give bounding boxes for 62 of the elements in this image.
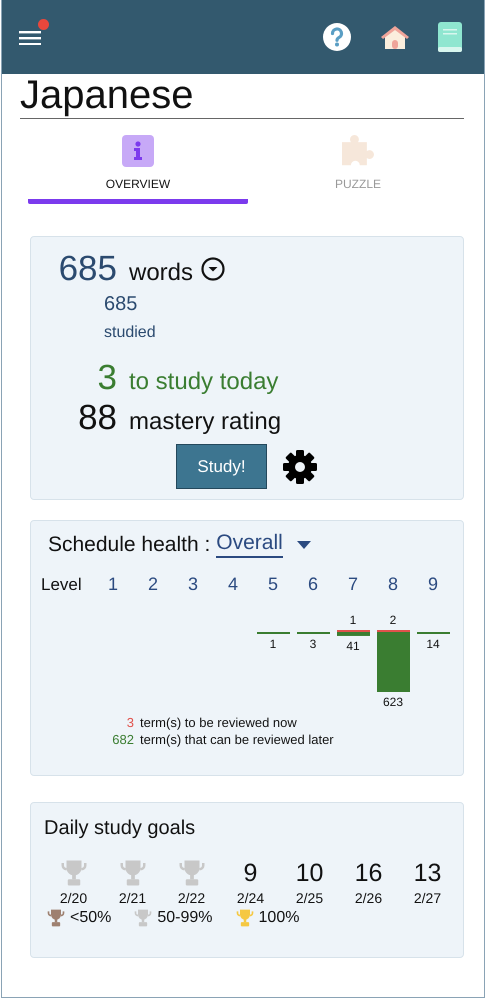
level-number: 1	[108, 574, 118, 594]
day-date: 2/25	[296, 890, 324, 906]
level-number: 6	[308, 574, 318, 594]
legend-text: term(s) to be reviewed now	[140, 715, 298, 730]
help-button[interactable]	[322, 22, 352, 52]
bar-value: 1	[350, 613, 356, 627]
filter-dropdown[interactable]: Overall	[216, 531, 311, 558]
study-count: 16	[354, 858, 382, 888]
menu-button[interactable]	[19, 19, 49, 45]
day-date: 2/24	[236, 890, 264, 906]
schedule-title: Schedule health :	[48, 532, 210, 556]
today-label: to study today	[129, 368, 278, 396]
info-icon	[122, 135, 154, 167]
term-count: 3	[126, 715, 134, 730]
day-date: 2/22	[178, 890, 206, 906]
bar-value: 3	[310, 637, 316, 651]
axis-label: Level	[41, 575, 82, 594]
level-number: 5	[268, 574, 278, 594]
word-count: 685	[58, 249, 117, 289]
study-button[interactable]: Study!	[176, 444, 267, 489]
tab[interactable]: OVERVIEW	[28, 135, 248, 204]
legend-label: 50-99%	[157, 909, 213, 927]
day-date: 2/26	[354, 890, 382, 906]
mastery-value: 88	[77, 398, 117, 438]
bar-value: 2	[390, 613, 396, 627]
today-count: 3	[96, 358, 117, 398]
day-date: 2/20	[60, 890, 88, 906]
level-number: 8	[388, 574, 398, 594]
book-icon	[438, 22, 462, 52]
study-count: 10	[296, 858, 324, 888]
home-button[interactable]	[380, 24, 410, 50]
expand-button[interactable]	[201, 257, 226, 281]
studied-label: studied	[104, 324, 157, 342]
menu-icon	[19, 29, 41, 45]
level-number: 4	[228, 574, 238, 594]
study-count: 13	[414, 858, 442, 888]
mastery-label: mastery rating	[129, 408, 282, 436]
level-number: 2	[148, 574, 158, 594]
chevron-down-icon	[201, 257, 226, 281]
day-date: 2/21	[118, 890, 146, 906]
goals-title: Daily study goals	[44, 817, 196, 840]
help-icon	[322, 22, 352, 52]
study-count: 9	[244, 858, 258, 888]
settings-button[interactable]	[283, 450, 317, 484]
words-label: words	[129, 259, 194, 287]
home-icon	[380, 24, 410, 50]
level-number: 3	[188, 574, 198, 594]
page-title: Japanese	[20, 74, 194, 116]
settings-icon	[283, 450, 317, 484]
legend-label: <50%	[70, 909, 112, 927]
caret-down-icon	[296, 540, 311, 548]
level-number: 9	[428, 574, 438, 594]
studied-count: 685	[104, 293, 138, 316]
day-date: 2/27	[414, 890, 442, 906]
bar-value: 41	[346, 638, 360, 653]
term-count: 682	[111, 732, 134, 747]
legend-label: 100%	[258, 909, 300, 927]
legend-text: term(s) that can be reviewed later	[140, 732, 335, 747]
bar-value: 623	[382, 695, 404, 709]
level-number: 7	[348, 574, 358, 594]
bar-value: 14	[426, 637, 440, 651]
bar-value: 1	[270, 637, 276, 651]
